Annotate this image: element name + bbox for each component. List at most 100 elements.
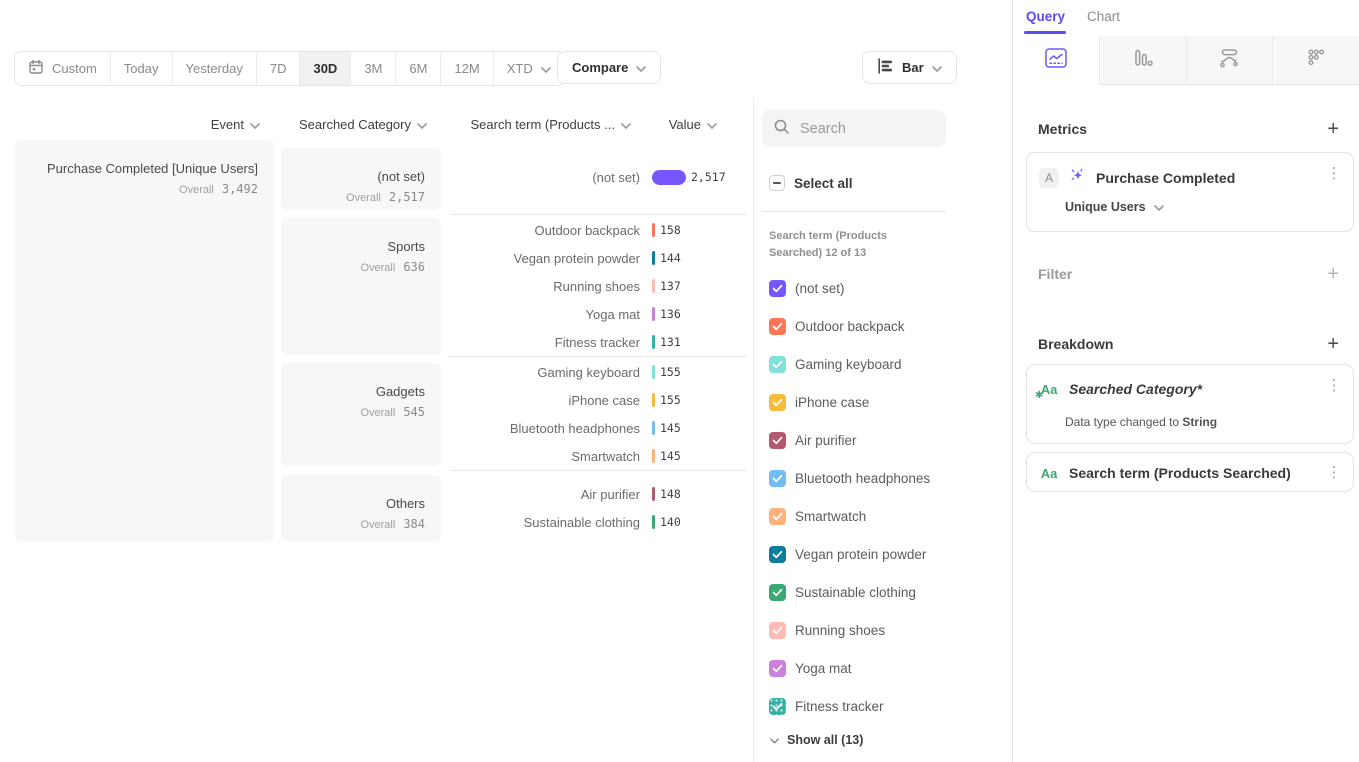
colored-checkbox[interactable] xyxy=(769,584,786,601)
legend-search-box[interactable] xyxy=(762,110,946,147)
date-range-3m[interactable]: 3M xyxy=(351,52,396,85)
kebab-menu-icon[interactable]: ⋮ xyxy=(1325,463,1343,481)
measure-dropdown[interactable]: Unique Users xyxy=(1065,200,1164,214)
value-bar xyxy=(652,279,655,293)
term-row[interactable]: Bluetooth headphones145 xyxy=(450,414,747,442)
colored-checkbox[interactable] xyxy=(769,470,786,487)
kebab-menu-icon[interactable]: ⋮ xyxy=(1325,376,1343,394)
term-row[interactable]: Yoga mat136 xyxy=(450,300,747,328)
calendar-icon xyxy=(28,59,44,78)
colored-checkbox[interactable] xyxy=(769,356,786,373)
select-all-checkbox-row[interactable]: Select all xyxy=(769,175,853,191)
date-range-custom[interactable]: Custom xyxy=(15,52,111,85)
term-value-cell: 145 xyxy=(652,449,747,463)
term-row[interactable]: Gaming keyboard155 xyxy=(450,358,747,386)
event-name: Purchase Completed [Unique Users] xyxy=(31,161,258,176)
column-header-searched-category[interactable]: Searched Category xyxy=(281,117,427,132)
term-row[interactable]: Outdoor backpack158 xyxy=(450,216,747,244)
category-name: Sports xyxy=(297,239,425,254)
colored-checkbox[interactable] xyxy=(769,394,786,411)
term-row[interactable]: Smartwatch145 xyxy=(450,442,747,470)
term-row[interactable]: iPhone case155 xyxy=(450,386,747,414)
date-range-xtd[interactable]: XTD xyxy=(494,52,564,85)
event-cell[interactable]: Purchase Completed [Unique Users] Overal… xyxy=(15,140,274,541)
legend-item-running-shoes[interactable]: Running shoes xyxy=(769,620,885,640)
legend-item-yoga-mat[interactable]: Yoga mat xyxy=(769,658,852,678)
metric-card[interactable]: A Purchase Completed ⋮ Unique Users xyxy=(1026,152,1354,232)
bar-chart-icon xyxy=(1132,48,1154,73)
legend-item-bluetooth-headphones[interactable]: Bluetooth headphones xyxy=(769,468,930,488)
term-row[interactable]: Fitness tracker131 xyxy=(450,328,747,356)
value-bar xyxy=(652,515,655,529)
colored-checkbox[interactable] xyxy=(769,622,786,639)
date-range-12m[interactable]: 12M xyxy=(441,52,493,85)
show-all-button[interactable]: Show all (13) xyxy=(770,733,863,747)
colored-checkbox[interactable] xyxy=(769,508,786,525)
compare-button[interactable]: Compare xyxy=(557,51,661,84)
legend-item-label: Vegan protein powder xyxy=(795,547,926,562)
column-header-value[interactable]: Value xyxy=(640,117,717,132)
value-number: 2,517 xyxy=(691,170,726,184)
legend-item-outdoor-backpack[interactable]: Outdoor backpack xyxy=(769,316,905,336)
category-cell[interactable]: OthersOverall384 xyxy=(281,475,441,541)
value-number: 137 xyxy=(660,279,681,293)
term-row[interactable]: Vegan protein powder144 xyxy=(450,244,747,272)
chart-type-dropdown[interactable]: Bar xyxy=(862,51,957,84)
term-row[interactable]: Air purifier148 xyxy=(450,480,747,508)
breakdown-card-searched-category[interactable]: Aa✱ Searched Category* ⋮ Data type chang… xyxy=(1026,364,1354,444)
kebab-menu-icon[interactable]: ⋮ xyxy=(1325,164,1343,182)
legend-item-smartwatch[interactable]: Smartwatch xyxy=(769,506,866,526)
filter-section-header: Filter + xyxy=(1038,264,1339,284)
colored-checkbox[interactable] xyxy=(769,280,786,297)
legend-item-gaming-keyboard[interactable]: Gaming keyboard xyxy=(769,354,902,374)
column-header-search-term[interactable]: Search term (Products ... xyxy=(450,117,631,132)
category-cell[interactable]: (not set)Overall2,517 xyxy=(281,148,441,210)
term-row[interactable]: Running shoes137 xyxy=(450,272,747,300)
tab-insights[interactable] xyxy=(1013,36,1099,85)
category-cell[interactable]: SportsOverall636 xyxy=(281,218,441,355)
term-label: Smartwatch xyxy=(450,449,652,464)
tab-query[interactable]: Query xyxy=(1026,9,1065,24)
column-header-event[interactable]: Event xyxy=(15,117,260,132)
metrics-title: Metrics xyxy=(1038,121,1087,137)
term-label: Outdoor backpack xyxy=(450,223,652,238)
date-range-today[interactable]: Today xyxy=(111,52,173,85)
column-header-category-label: Searched Category xyxy=(299,117,411,132)
term-row[interactable]: Sustainable clothing140 xyxy=(450,508,747,536)
legend-item-fitness-tracker[interactable]: Fitness tracker xyxy=(769,696,884,716)
legend-item-sustainable-clothing[interactable]: Sustainable clothing xyxy=(769,582,916,602)
legend-item-air-purifier[interactable]: Air purifier xyxy=(769,430,857,450)
value-bar xyxy=(652,365,655,379)
colored-checkbox[interactable] xyxy=(769,698,786,715)
indeterminate-checkbox[interactable] xyxy=(769,175,785,191)
colored-checkbox[interactable] xyxy=(769,660,786,677)
tab-funnels[interactable] xyxy=(1099,36,1186,85)
category-cell[interactable]: GadgetsOverall545 xyxy=(281,363,441,466)
add-metric-button[interactable]: + xyxy=(1327,119,1339,139)
term-label: Bluetooth headphones xyxy=(450,421,652,436)
date-range-6m[interactable]: 6M xyxy=(396,52,441,85)
term-row[interactable]: (not set)2,517 xyxy=(450,163,747,191)
chevron-down-icon xyxy=(417,117,427,132)
add-filter-button[interactable]: + xyxy=(1327,264,1339,284)
value-number: 144 xyxy=(660,251,681,265)
tab-flows[interactable] xyxy=(1186,36,1273,85)
legend-item--not-set-[interactable]: (not set) xyxy=(769,278,845,298)
date-range-yesterday[interactable]: Yesterday xyxy=(173,52,257,85)
breakdown-card-search-term[interactable]: Aa Search term (Products Searched) ⋮ xyxy=(1026,452,1354,492)
add-breakdown-button[interactable]: + xyxy=(1327,334,1339,354)
legend-item-vegan-protein-powder[interactable]: Vegan protein powder xyxy=(769,544,926,564)
tab-retention[interactable] xyxy=(1272,36,1359,85)
date-range-7d[interactable]: 7D xyxy=(257,52,301,85)
legend-item-iphone-case[interactable]: iPhone case xyxy=(769,392,869,412)
show-all-label: Show all (13) xyxy=(787,733,863,747)
legend-item-label: Smartwatch xyxy=(795,509,866,524)
insights-report-page: CustomTodayYesterday7D30D3M6M12MXTD Comp… xyxy=(0,0,1359,762)
custom-property-asterisk: ✱ xyxy=(1035,390,1043,401)
tab-chart[interactable]: Chart xyxy=(1087,9,1120,24)
colored-checkbox[interactable] xyxy=(769,432,786,449)
colored-checkbox[interactable] xyxy=(769,318,786,335)
colored-checkbox[interactable] xyxy=(769,546,786,563)
search-input[interactable] xyxy=(798,120,934,138)
date-range-30d[interactable]: 30D xyxy=(300,52,351,85)
